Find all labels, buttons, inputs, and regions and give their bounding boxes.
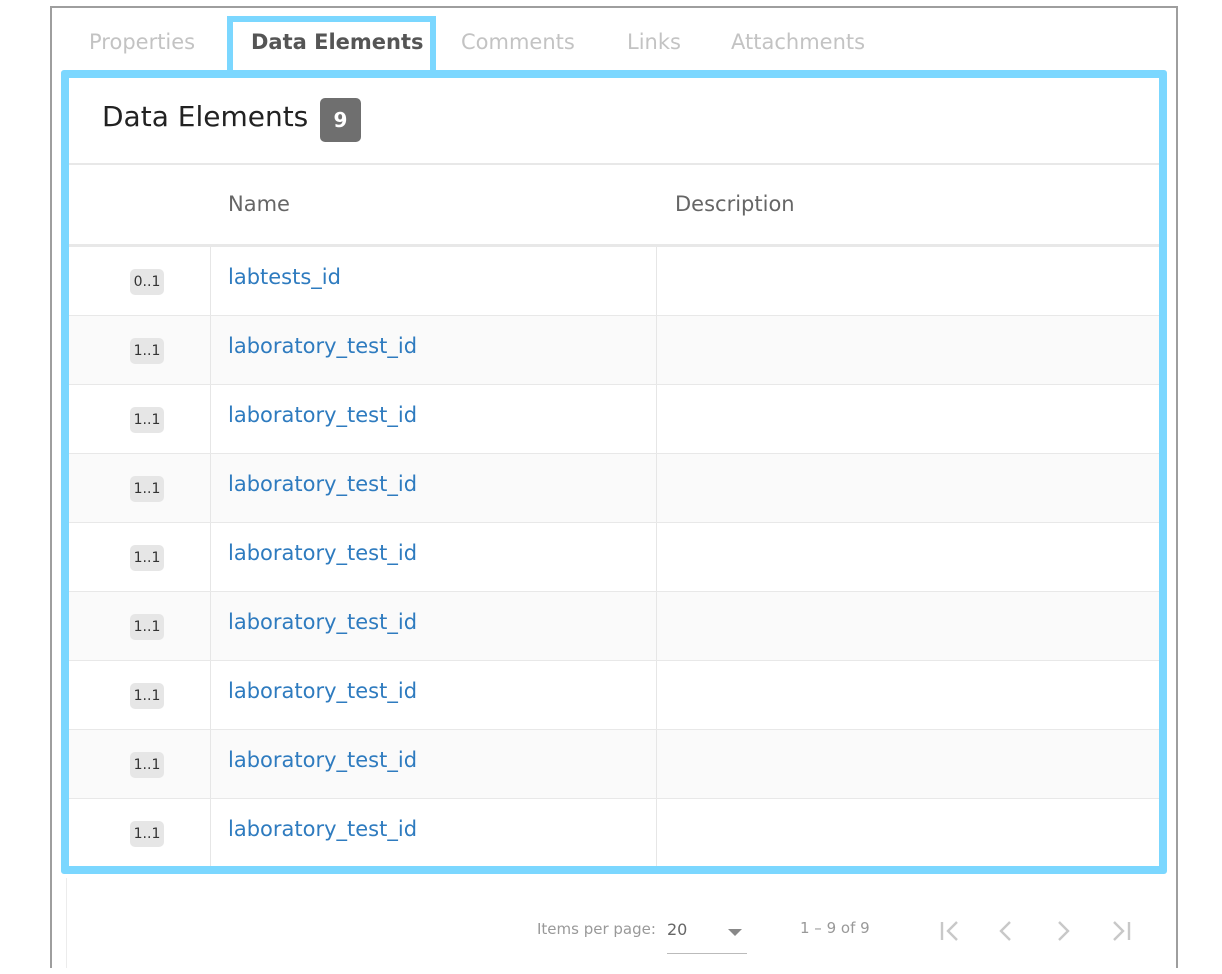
last-page-icon — [1113, 921, 1131, 941]
divider — [69, 163, 1159, 165]
items-per-page-select[interactable]: 20 — [667, 914, 747, 954]
table-row: 1..1 laboratory_test_id — [69, 453, 1159, 522]
data-element-link[interactable]: laboratory_test_id — [228, 748, 417, 772]
data-element-link[interactable]: laboratory_test_id — [228, 403, 417, 427]
multiplicity-badge: 1..1 — [130, 821, 164, 847]
first-page-icon — [940, 921, 958, 941]
table-row: 1..1 laboratory_test_id — [69, 384, 1159, 453]
next-page-button[interactable] — [1046, 914, 1080, 948]
count-badge: 9 — [320, 98, 361, 142]
multiplicity-badge: 1..1 — [130, 407, 164, 433]
page-range-label: 1 – 9 of 9 — [800, 919, 870, 937]
data-element-link[interactable]: laboratory_test_id — [228, 541, 417, 565]
table-row: 1..1 laboratory_test_id — [69, 315, 1159, 384]
data-element-link[interactable]: laboratory_test_id — [228, 610, 417, 634]
table-row: 1..1 laboratory_test_id — [69, 660, 1159, 729]
next-page-icon — [1058, 921, 1070, 941]
dropdown-caret-icon — [728, 929, 742, 936]
items-per-page-label: Items per page: — [537, 920, 656, 938]
last-page-button[interactable] — [1104, 914, 1138, 948]
first-page-button[interactable] — [933, 914, 967, 948]
previous-page-button[interactable] — [989, 914, 1023, 948]
column-header-description[interactable]: Description — [675, 192, 795, 216]
table-row: 0..1 labtests_id — [69, 246, 1159, 315]
table-row: 1..1 laboratory_test_id — [69, 798, 1159, 866]
column-header-name[interactable]: Name — [228, 192, 290, 216]
multiplicity-badge: 1..1 — [130, 614, 164, 640]
multiplicity-badge: 0..1 — [130, 269, 164, 295]
table-row: 1..1 laboratory_test_id — [69, 729, 1159, 798]
data-element-link[interactable]: laboratory_test_id — [228, 817, 417, 841]
tab-attachments[interactable]: Attachments — [731, 30, 865, 54]
multiplicity-badge: 1..1 — [130, 476, 164, 502]
tab-properties[interactable]: Properties — [89, 30, 195, 54]
data-element-link[interactable]: laboratory_test_id — [228, 679, 417, 703]
data-element-link[interactable]: laboratory_test_id — [228, 472, 417, 496]
tab-data-elements[interactable]: Data Elements — [251, 30, 424, 54]
multiplicity-badge: 1..1 — [130, 545, 164, 571]
table-row: 1..1 laboratory_test_id — [69, 522, 1159, 591]
tab-comments[interactable]: Comments — [461, 30, 575, 54]
table-row: 1..1 laboratory_test_id — [69, 591, 1159, 660]
multiplicity-badge: 1..1 — [130, 683, 164, 709]
items-per-page-value: 20 — [667, 920, 688, 939]
tab-links[interactable]: Links — [627, 30, 681, 54]
panel-title: Data Elements — [102, 100, 309, 133]
previous-page-icon — [999, 921, 1011, 941]
data-element-link[interactable]: labtests_id — [228, 265, 341, 289]
multiplicity-badge: 1..1 — [130, 752, 164, 778]
multiplicity-badge: 1..1 — [130, 338, 164, 364]
data-element-link[interactable]: laboratory_test_id — [228, 334, 417, 358]
